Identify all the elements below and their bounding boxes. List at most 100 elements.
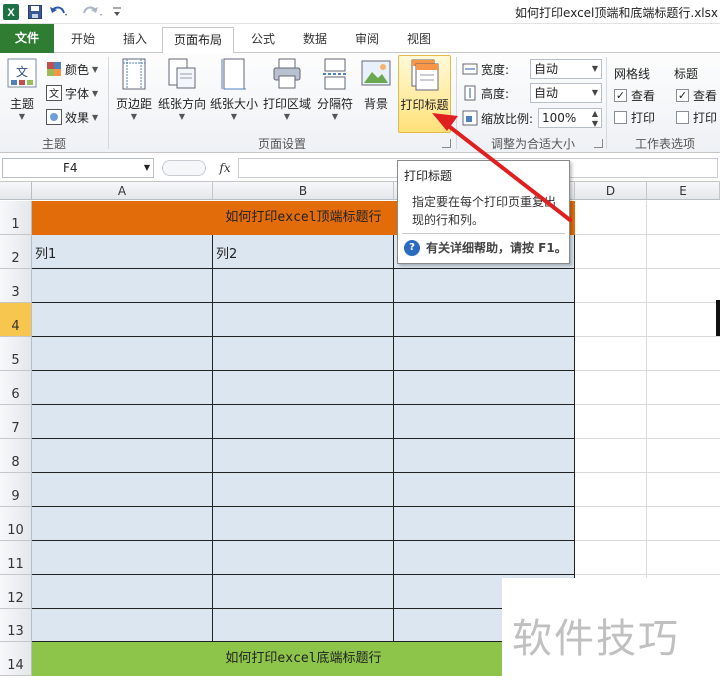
- row-header-1[interactable]: 1: [0, 201, 32, 235]
- width-select[interactable]: 自动 ▼: [530, 59, 602, 79]
- tab-page-layout[interactable]: 页面布局: [162, 27, 234, 54]
- cell-a2[interactable]: 列1: [32, 235, 213, 269]
- fonts-button[interactable]: 文 字体 ▼: [46, 83, 98, 103]
- formula-bar-handle[interactable]: [162, 160, 206, 176]
- print-titles-button[interactable]: 打印标题: [398, 55, 451, 133]
- cell-c11[interactable]: [394, 541, 575, 575]
- margins-button[interactable]: 页边距 ▼: [112, 55, 156, 131]
- bottom-title-row[interactable]: 如何打印excel底端标题行: [32, 642, 575, 676]
- row-header-4[interactable]: 4: [0, 303, 32, 337]
- tab-formulas[interactable]: 公式: [240, 27, 286, 53]
- name-box[interactable]: F4 ▼: [2, 158, 154, 178]
- cell-b12[interactable]: [213, 575, 394, 609]
- cell-b8[interactable]: [213, 439, 394, 473]
- row-header-6[interactable]: 6: [0, 371, 32, 405]
- row-header-11[interactable]: 11: [0, 541, 32, 575]
- row-header-2[interactable]: 2: [0, 235, 32, 269]
- print-area-button[interactable]: 打印区域 ▼: [260, 55, 314, 131]
- save-icon[interactable]: [26, 3, 44, 21]
- row-header-14[interactable]: 14: [0, 642, 32, 676]
- row-header-12[interactable]: 12: [0, 575, 32, 609]
- themes-icon: 文: [7, 58, 37, 93]
- scale-input[interactable]: 100% ▲ ▼: [538, 108, 602, 128]
- tab-insert[interactable]: 插入: [112, 27, 158, 53]
- height-select[interactable]: 自动 ▼: [530, 83, 602, 103]
- cell-b7[interactable]: [213, 405, 394, 439]
- print-titles-tooltip: 打印标题 指定要在每个打印页重复出现的行和列。 ? 有关详细帮助，请按 F1。: [397, 160, 570, 264]
- svg-text:文: 文: [49, 87, 59, 100]
- cell-b9[interactable]: [213, 473, 394, 507]
- cell-c3[interactable]: [394, 269, 575, 303]
- cell-a6[interactable]: [32, 371, 213, 405]
- row-header-10[interactable]: 10: [0, 507, 32, 541]
- cell-b4[interactable]: [213, 303, 394, 337]
- column-header-b[interactable]: B: [213, 182, 394, 200]
- cell-b5[interactable]: [213, 337, 394, 371]
- size-button[interactable]: 纸张大小 ▼: [208, 55, 260, 131]
- cell-b3[interactable]: [213, 269, 394, 303]
- headings-print-checkbox[interactable]: 打印: [676, 108, 717, 126]
- tab-home[interactable]: 开始: [60, 27, 106, 53]
- tooltip-title: 打印标题: [404, 169, 453, 183]
- row-header-13[interactable]: 13: [0, 609, 32, 642]
- insert-function-icon[interactable]: fx: [212, 158, 238, 178]
- scale-dialog-launcher[interactable]: [594, 139, 603, 148]
- cell-a3[interactable]: [32, 269, 213, 303]
- cell-b2[interactable]: 列2: [213, 235, 394, 269]
- themes-button[interactable]: 文 主题 ▼: [2, 55, 42, 131]
- cell-c6[interactable]: [394, 371, 575, 405]
- cell-c5[interactable]: [394, 337, 575, 371]
- row-header-8[interactable]: 8: [0, 439, 32, 473]
- ribbon-tabs: 文件 开始 插入 页面布局 公式 数据 审阅 视图: [0, 24, 720, 54]
- redo-icon[interactable]: [80, 3, 104, 21]
- cell-c7[interactable]: [394, 405, 575, 439]
- row-header-5[interactable]: 5: [0, 337, 32, 371]
- cell-c8[interactable]: [394, 439, 575, 473]
- row-header-7[interactable]: 7: [0, 405, 32, 439]
- gridlines-title: 网格线: [614, 66, 651, 81]
- cell-a7[interactable]: [32, 405, 213, 439]
- undo-icon[interactable]: [48, 3, 70, 21]
- cell-b11[interactable]: [213, 541, 394, 575]
- cell-a8[interactable]: [32, 439, 213, 473]
- page-setup-dialog-launcher[interactable]: [442, 139, 451, 148]
- orientation-icon: [167, 58, 197, 93]
- colors-button[interactable]: 颜色 ▼: [46, 59, 98, 79]
- tab-view[interactable]: 视图: [396, 27, 442, 53]
- cell-a5[interactable]: [32, 337, 213, 371]
- cell-a4[interactable]: [32, 303, 213, 337]
- cell-a13[interactable]: [32, 609, 213, 642]
- column-header-a[interactable]: A: [32, 182, 213, 200]
- column-header-d[interactable]: D: [575, 182, 647, 200]
- print-titles-icon: [410, 59, 440, 94]
- cell-b6[interactable]: [213, 371, 394, 405]
- tab-review[interactable]: 审阅: [344, 27, 390, 53]
- cell-c4[interactable]: [394, 303, 575, 337]
- gridlines-print-checkbox[interactable]: 打印: [614, 108, 655, 126]
- background-button[interactable]: 背景: [356, 55, 396, 131]
- column-header-e[interactable]: E: [647, 182, 720, 200]
- scrollbar-thumb[interactable]: [716, 300, 720, 336]
- gridlines-view-checkbox[interactable]: ✓ 查看: [614, 86, 655, 104]
- orientation-button[interactable]: 纸张方向 ▼: [156, 55, 208, 131]
- cell-b13[interactable]: [213, 609, 394, 642]
- window-title: 如何打印excel顶端和底端标题行.xlsx: [515, 6, 718, 20]
- height-label: 高度:: [462, 83, 509, 103]
- select-all-corner[interactable]: [0, 182, 32, 200]
- headings-view-checkbox[interactable]: ✓ 查看: [676, 86, 717, 104]
- cell-a11[interactable]: [32, 541, 213, 575]
- effects-button[interactable]: 效果 ▼: [46, 107, 98, 127]
- cell-c10[interactable]: [394, 507, 575, 541]
- row-header-9[interactable]: 9: [0, 473, 32, 507]
- customize-icon[interactable]: [110, 3, 124, 21]
- cell-a9[interactable]: [32, 473, 213, 507]
- colors-icon: [47, 62, 61, 76]
- cell-a10[interactable]: [32, 507, 213, 541]
- tab-file[interactable]: 文件: [0, 24, 54, 53]
- cell-b10[interactable]: [213, 507, 394, 541]
- row-header-3[interactable]: 3: [0, 269, 32, 303]
- cell-c9[interactable]: [394, 473, 575, 507]
- cell-a12[interactable]: [32, 575, 213, 609]
- tab-data[interactable]: 数据: [292, 27, 338, 53]
- breaks-button[interactable]: 分隔符 ▼: [314, 55, 356, 131]
